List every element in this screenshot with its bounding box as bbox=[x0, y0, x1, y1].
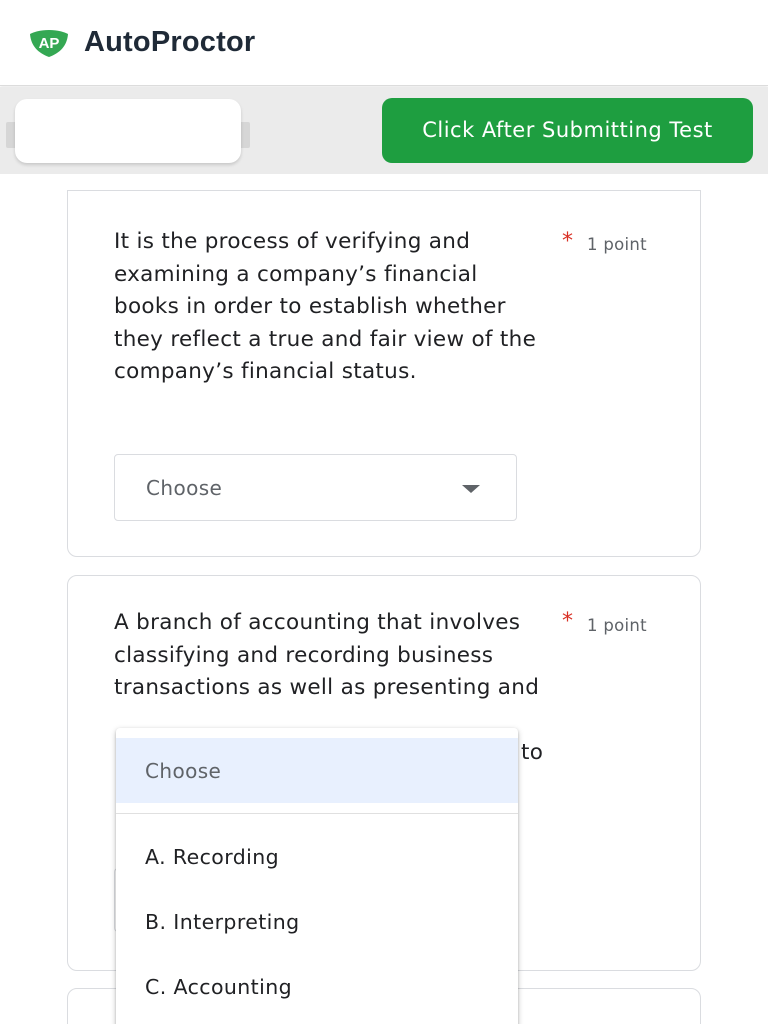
question-card-1: It is the process of verifying and exami… bbox=[67, 190, 701, 557]
dropdown-option-accounting[interactable]: C. Accounting bbox=[116, 957, 518, 1017]
question-1-points: 1 point bbox=[587, 235, 647, 254]
dropdown-option-recording[interactable]: A. Recording bbox=[116, 827, 518, 887]
dropdown-option-choose[interactable]: Choose bbox=[116, 738, 518, 803]
svg-text:AP: AP bbox=[39, 35, 60, 52]
blank-panel bbox=[15, 99, 241, 163]
question-1-answer-select[interactable]: Choose bbox=[114, 454, 517, 521]
dropdown-divider bbox=[116, 813, 518, 814]
autoproctor-form-page: AP AutoProctor Click After Submitting Te… bbox=[0, 0, 768, 1024]
autoproctor-shield-logo-icon: AP bbox=[30, 29, 68, 57]
submit-button-label: Click After Submitting Test bbox=[422, 118, 713, 142]
question-2-points: 1 point bbox=[587, 616, 647, 635]
answer-dropdown-menu: Choose A. Recording B. Interpreting C. A… bbox=[116, 728, 518, 1024]
brand-name: AutoProctor bbox=[84, 26, 256, 58]
app-header: AP AutoProctor bbox=[0, 0, 768, 86]
dropdown-option-interpreting[interactable]: B. Interpreting bbox=[116, 892, 518, 952]
required-asterisk: * bbox=[562, 609, 573, 634]
select-value: Choose bbox=[146, 475, 223, 500]
question-2-text: A branch of accounting that involves cla… bbox=[114, 610, 540, 700]
question-2-text-continued: to bbox=[521, 740, 544, 765]
question-1-text: It is the process of verifying and exami… bbox=[114, 229, 537, 384]
chevron-down-icon bbox=[462, 485, 480, 493]
click-after-submitting-button[interactable]: Click After Submitting Test bbox=[382, 98, 753, 163]
required-asterisk: * bbox=[562, 229, 573, 254]
